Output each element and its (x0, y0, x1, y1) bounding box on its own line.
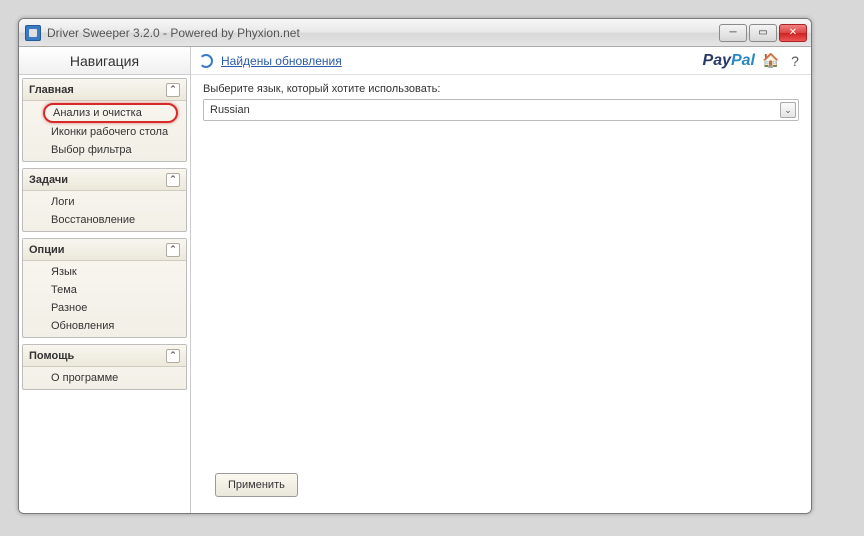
main-area: Найдены обновления PayPal 🏠 ? Выберите я… (191, 47, 811, 513)
content-area: Выберите язык, который хотите использова… (191, 75, 811, 513)
nav-group-options: Опции ⌃ Язык Тема Разное Обновления (22, 238, 187, 338)
sidebar-item-label: Выбор фильтра (51, 144, 132, 156)
chevron-up-icon: ⌃ (166, 349, 180, 363)
refresh-icon (199, 54, 213, 68)
nav-group-header-options[interactable]: Опции ⌃ (23, 239, 186, 261)
nav-items-options: Язык Тема Разное Обновления (23, 261, 186, 337)
topbar-right: PayPal 🏠 ? (703, 52, 803, 70)
nav-group-label: Задачи (29, 174, 68, 186)
updates-link[interactable]: Найдены обновления (221, 54, 342, 68)
sidebar-item-label: Обновления (51, 320, 114, 332)
apply-button[interactable]: Применить (215, 473, 298, 497)
language-selected-value: Russian (210, 104, 250, 116)
topbar: Найдены обновления PayPal 🏠 ? (191, 47, 811, 75)
home-icon[interactable]: 🏠 (763, 53, 779, 69)
sidebar: Навигация Главная ⌃ Анализ и очистка Ико… (19, 47, 191, 513)
chevron-up-icon: ⌃ (166, 243, 180, 257)
chevron-up-icon: ⌃ (166, 173, 180, 187)
sidebar-item-desktop-icons[interactable]: Иконки рабочего стола (23, 123, 186, 141)
sidebar-item-analyze-clean[interactable]: Анализ и очистка (43, 103, 178, 123)
sidebar-item-logs[interactable]: Логи (23, 193, 186, 211)
nav-group-label: Главная (29, 84, 74, 96)
paypal-pal: Pal (731, 52, 755, 69)
chevron-down-icon: ⌄ (780, 102, 796, 118)
paypal-link[interactable]: PayPal (703, 52, 755, 70)
nav-items-help: О программе (23, 367, 186, 389)
nav-group-main: Главная ⌃ Анализ и очистка Иконки рабоче… (22, 78, 187, 162)
close-button[interactable]: ✕ (779, 24, 807, 42)
sidebar-title: Навигация (19, 47, 190, 75)
sidebar-item-theme[interactable]: Тема (23, 281, 186, 299)
sidebar-item-label: Иконки рабочего стола (51, 126, 168, 138)
sidebar-item-label: Язык (51, 266, 77, 278)
sidebar-item-about[interactable]: О программе (23, 369, 186, 387)
nav-items-tasks: Логи Восстановление (23, 191, 186, 231)
window-title: Driver Sweeper 3.2.0 - Powered by Phyxio… (47, 26, 719, 40)
app-window: Driver Sweeper 3.2.0 - Powered by Phyxio… (18, 18, 812, 514)
nav-group-label: Опции (29, 244, 65, 256)
titlebar[interactable]: Driver Sweeper 3.2.0 - Powered by Phyxio… (19, 19, 811, 47)
nav-group-help: Помощь ⌃ О программе (22, 344, 187, 390)
nav-group-label: Помощь (29, 350, 74, 362)
footer: Применить (203, 465, 799, 505)
minimize-button[interactable]: ─ (719, 24, 747, 42)
window-body: Навигация Главная ⌃ Анализ и очистка Ико… (19, 47, 811, 513)
language-label: Выберите язык, который хотите использова… (203, 83, 799, 95)
sidebar-item-restore[interactable]: Восстановление (23, 211, 186, 229)
sidebar-item-label: Тема (51, 284, 77, 296)
chevron-up-icon: ⌃ (166, 83, 180, 97)
nav-group-header-help[interactable]: Помощь ⌃ (23, 345, 186, 367)
sidebar-item-updates[interactable]: Обновления (23, 317, 186, 335)
sidebar-item-label: О программе (51, 372, 118, 384)
sidebar-item-label: Анализ и очистка (53, 107, 142, 119)
app-icon (25, 25, 41, 41)
nav-group-header-main[interactable]: Главная ⌃ (23, 79, 186, 101)
language-select[interactable]: Russian ⌄ (203, 99, 799, 121)
sidebar-item-label: Восстановление (51, 214, 135, 226)
paypal-pay: Pay (703, 52, 731, 69)
help-icon[interactable]: ? (787, 53, 803, 69)
maximize-button[interactable]: ▭ (749, 24, 777, 42)
nav-group-header-tasks[interactable]: Задачи ⌃ (23, 169, 186, 191)
sidebar-item-language[interactable]: Язык (23, 263, 186, 281)
sidebar-item-label: Разное (51, 302, 87, 314)
sidebar-item-misc[interactable]: Разное (23, 299, 186, 317)
sidebar-item-label: Логи (51, 196, 75, 208)
sidebar-item-filter-select[interactable]: Выбор фильтра (23, 141, 186, 159)
nav-group-tasks: Задачи ⌃ Логи Восстановление (22, 168, 187, 232)
window-controls: ─ ▭ ✕ (719, 24, 807, 42)
nav-items-main: Анализ и очистка Иконки рабочего стола В… (23, 101, 186, 161)
